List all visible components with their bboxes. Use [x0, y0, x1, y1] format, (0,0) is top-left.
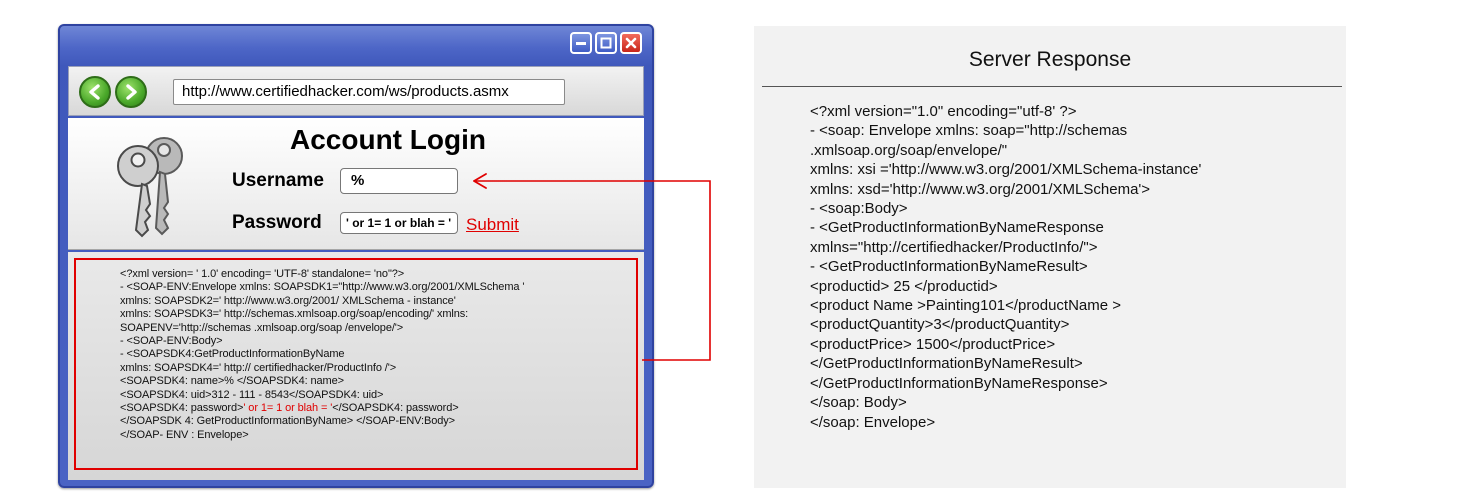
injection-payload: ' or 1= 1 or blah = ' [243, 402, 333, 415]
divider [762, 86, 1342, 87]
login-form: Account Login Username % Password ' or 1… [68, 118, 644, 250]
request-line: - <SOAP-ENV:Envelope xmlns: SOAPSDK1="ht… [120, 281, 525, 294]
username-field[interactable]: % [340, 168, 458, 194]
request-password-line: <SOAPSDK4: password>' or 1= 1 or blah = … [120, 402, 636, 415]
response-line: <productQuantity>3</productQuantity> [810, 316, 1070, 334]
request-line: xmlns: SOAPSDK4=' http:// certifiedhacke… [120, 361, 397, 374]
submit-link[interactable]: Submit [466, 215, 519, 235]
response-line: <product Name >Painting101</productName … [810, 297, 1122, 315]
response-line: </soap: Body> [810, 394, 907, 412]
forward-button[interactable] [115, 76, 147, 108]
response-line: - <GetProductInformationByNameResult> [810, 258, 1088, 276]
username-label: Username [232, 170, 324, 191]
request-line: xmlns: SOAPSDK2=' http://www.w3.org/2001… [120, 294, 456, 307]
response-line: xmlns: xsd='http://www.w3.org/2001/XMLSc… [810, 180, 1151, 198]
response-line: - <soap:Body> [810, 200, 908, 218]
browser-toolbar: http://www.certifiedhacker.com/ws/produc… [68, 66, 644, 116]
window-controls [570, 32, 642, 54]
password-label: Password [232, 212, 322, 233]
request-line: </SOAP- ENV : Envelope> [120, 428, 249, 441]
response-line: <productPrice> 1500</productPrice> [810, 335, 1056, 353]
browser-window: http://www.certifiedhacker.com/ws/produc… [58, 24, 654, 488]
response-line: .xmlsoap.org/soap/envelope/" [810, 141, 1008, 159]
request-line: <?xml version= ' 1.0' encoding= 'UTF-8' … [120, 268, 405, 280]
response-line: </GetProductInformationByNameResult> [810, 355, 1083, 373]
response-line: xmlns: xsi ='http://www.w3.org/2001/XMLS… [810, 161, 1202, 179]
server-response-title: Server Response [968, 48, 1132, 71]
close-icon [625, 37, 637, 49]
maximize-button[interactable] [595, 32, 617, 54]
minimize-icon [576, 42, 586, 45]
soap-request-box: <?xml version= ' 1.0' encoding= 'UTF-8' … [74, 258, 638, 470]
request-line: SOAPENV='http://schemas .xmlsoap.org/soa… [120, 321, 404, 334]
response-line: <productid> 25 </productid> [810, 277, 998, 295]
minimize-button[interactable] [570, 32, 592, 54]
password-tag-close: </SOAPSDK4: password> [332, 402, 459, 415]
keys-icon [117, 137, 183, 238]
response-line: - <soap: Envelope xmlns: soap="http://sc… [810, 122, 1128, 140]
request-line: xmlns: SOAPSDK3=' http://schemas.xmlsoap… [120, 308, 469, 321]
forward-arrow-icon [126, 84, 137, 100]
back-arrow-icon [89, 84, 100, 100]
server-response-panel: Server Response <?xml version="1.0" enco… [754, 26, 1346, 488]
request-line: <SOAPSDK4: name>% </SOAPSDK4: name> [120, 375, 344, 388]
response-line: </soap: Envelope> [810, 413, 936, 431]
response-line: xmlns="http://certifiedhacker/ProductInf… [810, 238, 1098, 256]
request-line: - <SOAPSDK4:GetProductInformationByName [120, 348, 345, 361]
response-line: <?xml version="1.0" encoding="utf-8' ?> [810, 103, 1077, 120]
request-line: </SOAPSDK 4: GetProductInformationByName… [120, 415, 455, 428]
request-line: - <SOAP-ENV:Body> [120, 335, 223, 348]
request-panel: <?xml version= ' 1.0' encoding= 'UTF-8' … [68, 252, 644, 480]
response-line: </GetProductInformationByNameResponse> [810, 374, 1108, 392]
back-button[interactable] [79, 76, 111, 108]
request-line: <SOAPSDK4: uid>312 - 111 - 8543</SOAPSDK… [120, 388, 384, 401]
password-tag-open: <SOAPSDK4: password> [120, 402, 244, 415]
server-response-body: <?xml version="1.0" encoding="utf-8' ?> … [810, 102, 1201, 432]
url-bar[interactable]: http://www.certifiedhacker.com/ws/produc… [173, 79, 565, 105]
page-title: Account Login [290, 124, 486, 155]
maximize-icon [600, 37, 612, 49]
close-button[interactable] [620, 32, 642, 54]
response-line: - <GetProductInformationByNameResponse [810, 219, 1104, 237]
password-field[interactable]: ' or 1= 1 or blah = ' [340, 212, 458, 234]
